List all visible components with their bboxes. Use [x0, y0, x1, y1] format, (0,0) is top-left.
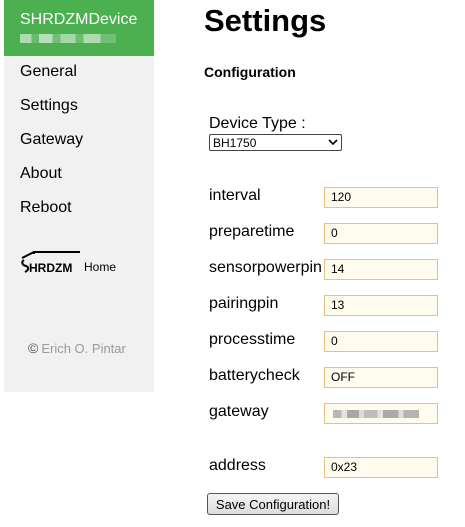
section-title: Configuration	[204, 64, 296, 80]
sidebar-item-about[interactable]: About	[20, 165, 62, 183]
pairingpin-input[interactable]: 13	[324, 295, 438, 316]
sidebar-item-gateway[interactable]: Gateway	[20, 131, 83, 149]
batterycheck-input[interactable]: OFF	[324, 367, 438, 388]
pairingpin-label: pairingpin	[209, 295, 279, 312]
interval-input[interactable]: 120	[324, 187, 438, 208]
save-configuration-button[interactable]: Save Configuration!	[207, 493, 339, 515]
logo-text: HRDZM	[29, 261, 72, 275]
device-type-value: BH1750	[213, 136, 257, 150]
device-type-label: Device Type :	[209, 115, 306, 132]
redacted-gateway-address	[333, 410, 419, 418]
sensorpowerpin-label: sensorpowerpin	[209, 259, 322, 276]
sidebar: SHRDZMDevice General Settings Gateway Ab…	[4, 0, 154, 392]
sidebar-item-general[interactable]: General	[20, 63, 77, 81]
copyright-icon: ©	[28, 340, 39, 356]
brand-header[interactable]: SHRDZMDevice	[4, 0, 154, 56]
chevron-down-icon	[328, 139, 338, 146]
page: SHRDZMDevice General Settings Gateway Ab…	[0, 0, 465, 527]
preparetime-label: preparetime	[209, 223, 295, 240]
address-input[interactable]: 0x23	[324, 457, 438, 478]
brand-title: SHRDZMDevice	[20, 11, 138, 28]
gateway-label: gateway	[209, 403, 269, 420]
interval-label: interval	[209, 187, 261, 204]
preparetime-input[interactable]: 0	[324, 223, 438, 244]
shrdzm-logo-icon: HRDZM	[21, 251, 80, 275]
copyright-author: Erich O. Pintar	[41, 341, 126, 356]
device-type-select[interactable]: BH1750	[209, 134, 342, 151]
batterycheck-label: batterycheck	[209, 367, 300, 384]
redacted-device-id	[20, 34, 116, 43]
sidebar-item-reboot[interactable]: Reboot	[20, 199, 72, 217]
sensorpowerpin-input[interactable]: 14	[324, 259, 438, 280]
address-label: address	[209, 457, 266, 474]
copyright: © Erich O. Pintar	[28, 340, 126, 356]
gateway-input[interactable]	[324, 403, 438, 424]
processtime-input[interactable]: 0	[324, 331, 438, 352]
page-title: Settings	[204, 3, 327, 38]
processtime-label: processtime	[209, 331, 296, 348]
sidebar-item-settings[interactable]: Settings	[20, 97, 78, 115]
home-link[interactable]: Home	[84, 260, 116, 274]
